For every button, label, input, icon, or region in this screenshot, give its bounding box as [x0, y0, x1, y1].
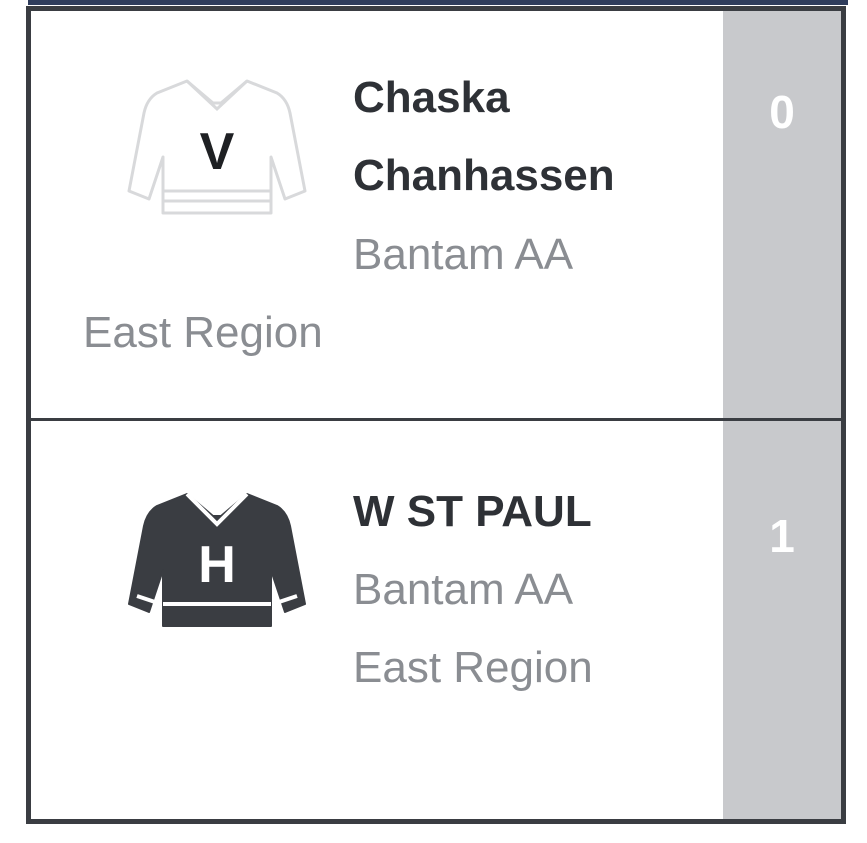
- score-column: 1: [723, 421, 841, 819]
- jersey-letter: V: [200, 123, 235, 181]
- team-level: Bantam AA: [353, 230, 574, 279]
- matchup-card[interactable]: V Chaska Chanhassen Bantam AA East Regio…: [26, 6, 846, 824]
- team-score: 0: [769, 86, 795, 138]
- team-level: Bantam AA: [353, 565, 574, 614]
- team-name[interactable]: Chaska Chanhassen: [353, 59, 713, 215]
- team-row-home[interactable]: H W ST PAUL Bantam AA East Region 1: [31, 421, 841, 819]
- jersey-icon: H: [128, 492, 306, 627]
- team-name[interactable]: W ST PAUL: [353, 473, 713, 551]
- score-column: 0: [723, 11, 841, 418]
- team-score: 1: [769, 510, 795, 562]
- jersey-icon: V: [127, 79, 307, 215]
- team-region: East Region: [83, 308, 323, 357]
- team-region: East Region: [353, 643, 593, 692]
- team-row-away[interactable]: V Chaska Chanhassen Bantam AA East Regio…: [31, 11, 841, 418]
- header-accent: [28, 0, 848, 5]
- jersey-letter: H: [198, 536, 236, 594]
